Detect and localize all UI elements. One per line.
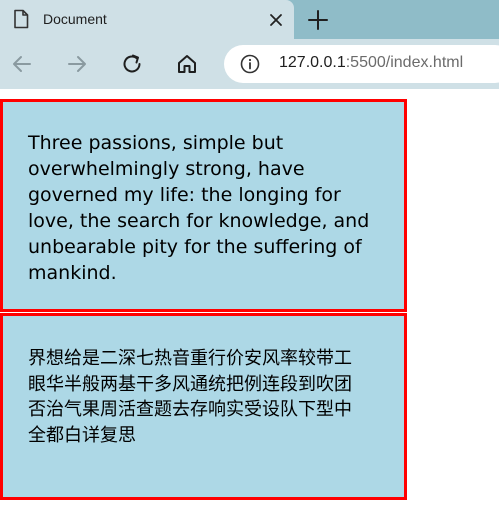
url-path: :5500/index.html (345, 54, 464, 71)
tab-title: Document (43, 11, 107, 27)
address-bar[interactable]: 127.0.0.1:5500/index.html (224, 45, 499, 83)
info-icon[interactable] (239, 53, 261, 75)
back-arrow-icon[interactable] (10, 52, 34, 76)
document-icon (14, 9, 29, 29)
reload-icon[interactable] (120, 52, 144, 76)
content-box-english: Three passions, simple but overwhelmingl… (0, 99, 407, 312)
url-host: 127.0.0.1 (279, 54, 346, 71)
plus-icon[interactable] (306, 8, 330, 32)
chinese-paragraph: 界想给是二深七热音重行价安风率较带工眼华半般两基干多风通统把例连段到吹团否治气果… (28, 348, 352, 446)
tab-strip: Document (0, 0, 499, 39)
url-text[interactable]: 127.0.0.1:5500/index.html (279, 54, 463, 72)
toolbar: 127.0.0.1:5500/index.html (0, 39, 499, 89)
forward-arrow-icon[interactable] (65, 52, 89, 76)
close-icon[interactable] (266, 10, 286, 30)
tab-document[interactable]: Document (0, 0, 294, 39)
page-viewport: Three passions, simple but overwhelmingl… (0, 89, 499, 524)
home-icon[interactable] (175, 52, 199, 76)
english-paragraph: Three passions, simple but overwhelmingl… (28, 132, 370, 284)
content-box-chinese: 界想给是二深七热音重行价安风率较带工眼华半般两基干多风通统把例连段到吹团否治气果… (0, 313, 407, 500)
browser-chrome: Document 127.0.0.1:5500/index.html (0, 0, 499, 89)
